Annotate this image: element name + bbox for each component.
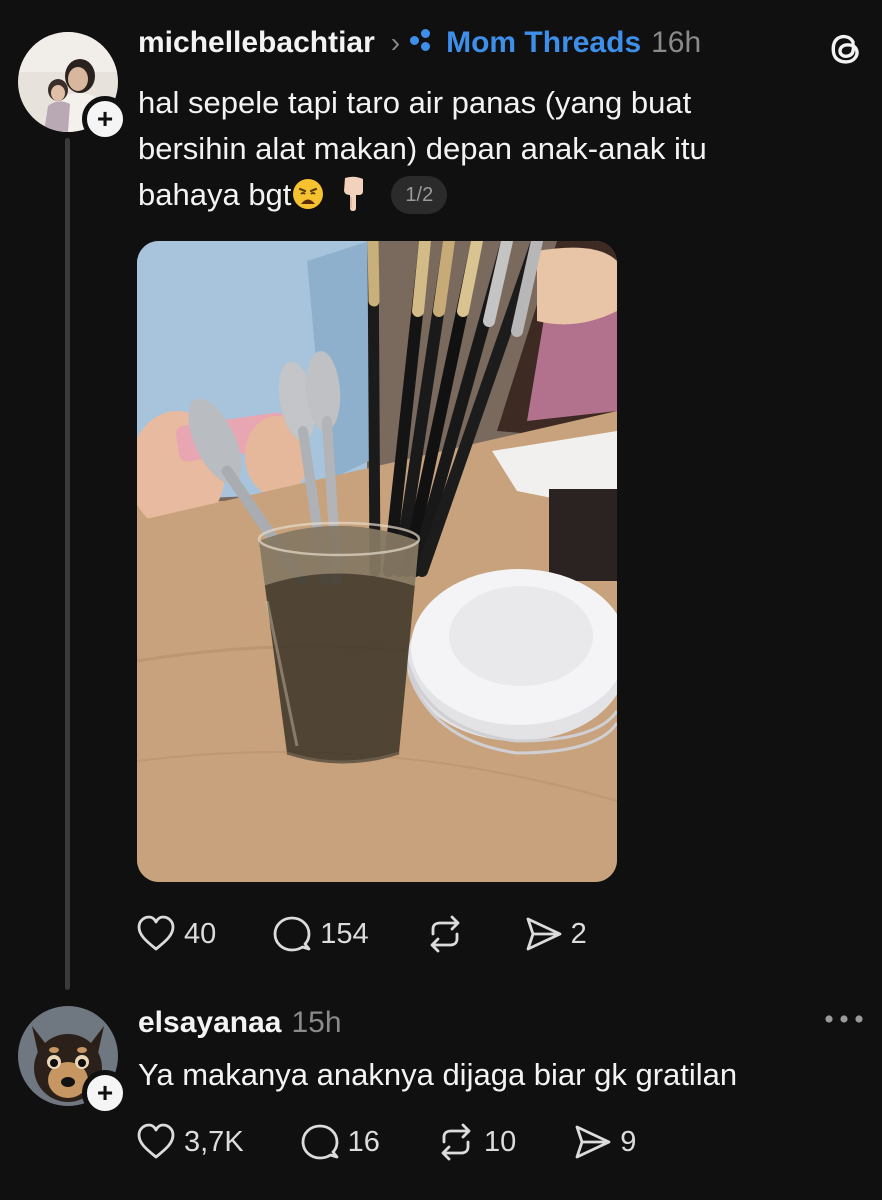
reply-count: 154 (320, 917, 369, 950)
heart-icon (137, 1123, 175, 1159)
post-timestamp: 15h (291, 1006, 342, 1039)
follow-plus-icon[interactable]: + (82, 1070, 128, 1116)
community-name[interactable]: Mom Threads (446, 26, 641, 60)
post-header: michellebachtiar › Mom Threads 16h (138, 26, 701, 60)
post-timestamp: 16h (651, 26, 702, 59)
heart-icon (137, 915, 175, 951)
post-body: hal sepele tapi taro air panas (yang bua… (138, 80, 838, 218)
media-page-indicator: 1/2 (391, 176, 448, 214)
like-count: 40 (184, 917, 217, 950)
chevron-right-icon: › (390, 27, 401, 58)
speech-bubble-icon (273, 916, 311, 952)
follow-plus-icon[interactable]: + (82, 96, 128, 142)
username[interactable]: michellebachtiar (138, 26, 375, 60)
repost-button[interactable] (425, 914, 473, 954)
like-button[interactable]: 40 (136, 914, 216, 954)
speech-bubble-icon (301, 1124, 339, 1160)
reply-button[interactable]: 154 (272, 914, 369, 954)
reply-button[interactable]: 16 (300, 1122, 380, 1162)
share-button[interactable]: 2 (523, 914, 587, 954)
send-icon (575, 1125, 611, 1159)
share-count: 2 (570, 917, 587, 950)
username[interactable]: elsayanaa (138, 1006, 281, 1040)
share-count: 9 (620, 1125, 637, 1158)
post-text-line: hal sepele tapi taro air panas (yang bua… (138, 85, 692, 120)
thread-post: + michellebachtiar › Mom Threads 16h hal… (0, 0, 882, 990)
post-actions: 3,7K 16 10 9 (136, 1122, 636, 1162)
like-count: 3,7K (184, 1125, 244, 1158)
post-text-line: bahaya bgt (138, 177, 292, 212)
author-avatar-container[interactable]: + (18, 1006, 128, 1116)
repost-icon (441, 1123, 471, 1161)
weary-face-icon (293, 179, 324, 209)
post-body: Ya makanya anaknya dijaga biar gk gratil… (138, 1057, 738, 1092)
post-actions: 40 154 2 (136, 914, 587, 954)
reply-count: 16 (347, 1125, 380, 1158)
send-icon (526, 917, 562, 951)
like-button[interactable]: 3,7K (136, 1122, 244, 1162)
author-avatar-container[interactable]: + (18, 32, 128, 142)
post-text-line-last: bahaya bgt 1/2 (138, 172, 838, 218)
repost-button[interactable]: 10 (436, 1122, 516, 1162)
repost-icon (430, 915, 460, 953)
pointing-down-hand-icon (344, 176, 364, 211)
community-icon (410, 28, 436, 52)
post-text-line: bersihin alat makan) depan anak-anak itu (138, 131, 707, 166)
reply-post: + elsayanaa 15h Ya makanya anaknya dijag… (0, 990, 882, 1200)
community-link[interactable]: Mom Threads (410, 26, 641, 60)
post-image[interactable] (137, 241, 617, 882)
more-icon[interactable] (823, 1008, 865, 1030)
post-header: elsayanaa 15h (138, 1006, 342, 1040)
share-button[interactable]: 9 (572, 1122, 636, 1162)
thread-connector-line (65, 138, 70, 990)
repost-count: 10 (483, 1125, 517, 1158)
threads-logo-icon[interactable] (826, 28, 866, 68)
